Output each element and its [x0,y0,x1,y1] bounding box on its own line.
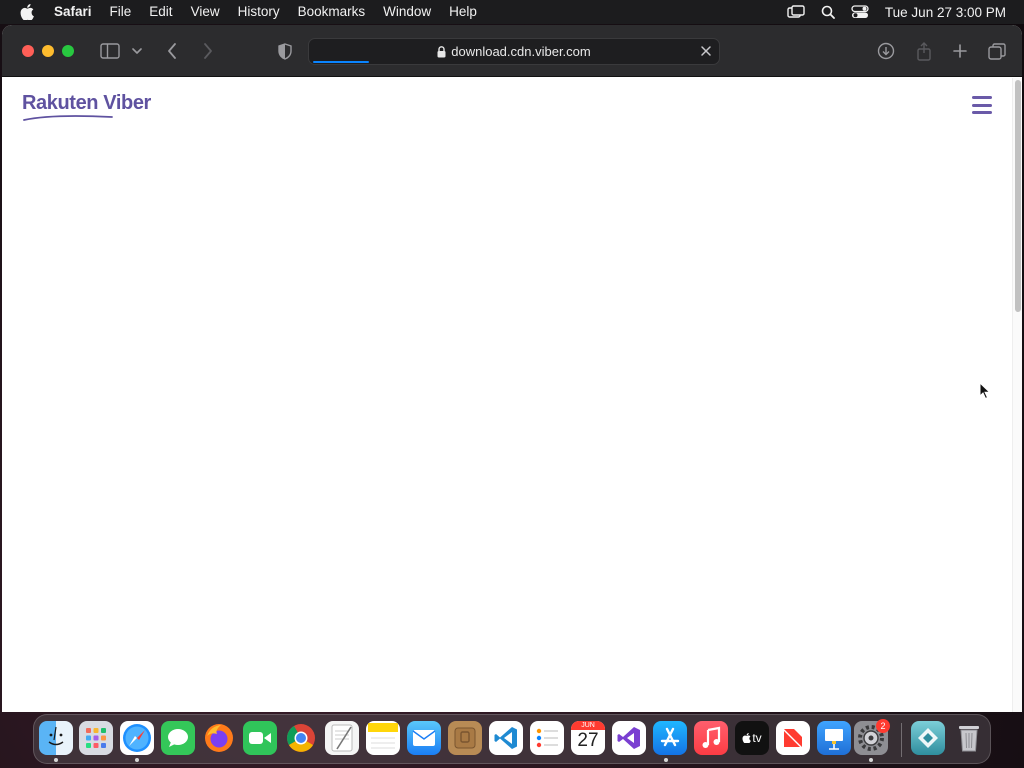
menu-history[interactable]: History [229,0,289,24]
sidebar-toggle-icon[interactable] [99,39,121,63]
window-minimize-button[interactable] [42,45,54,57]
messages-icon[interactable] [161,721,195,755]
apple-menu-icon[interactable] [18,3,36,21]
keynote-icon[interactable] [817,721,851,755]
menu-help[interactable]: Help [440,0,486,24]
apple-tv-label: tv [752,731,762,745]
viber-installer-disk-icon[interactable] [911,721,945,755]
settings-running-indicator [869,758,873,762]
menubar-clock[interactable]: Tue Jun 27 3:00 PM [885,5,1006,20]
rakuten-viber-logo[interactable]: Rakuten Viber [22,92,151,121]
screen-mirroring-icon[interactable] [787,5,805,19]
vscode-icon[interactable] [489,721,523,755]
settings-notification-badge: 2 [876,719,890,733]
music-icon[interactable] [694,721,728,755]
calendar-icon[interactable]: JUN 27 [571,721,605,755]
web-page-content: Rakuten Viber [2,78,1012,712]
mail-icon[interactable] [407,721,441,755]
menu-file[interactable]: File [101,0,141,24]
dock-separator [901,723,902,757]
logo-text: Rakuten Viber [22,92,151,114]
scrollbar-thumb[interactable] [1015,80,1021,312]
calendar-month: JUN [571,721,605,730]
tab-overview-icon[interactable] [987,39,1007,63]
safari-compass-icon[interactable] [120,721,154,755]
system-settings-gear-icon[interactable]: 2 [854,719,890,755]
notes-icon[interactable] [366,721,400,755]
page-scrollbar[interactable] [1012,78,1022,712]
app-store-icon[interactable] [653,721,687,755]
reminders-icon[interactable] [530,721,564,755]
logo-swoosh-icon [23,115,113,121]
new-tab-plus-icon[interactable] [950,39,970,63]
forward-chevron-right-icon[interactable] [198,39,218,63]
hamburger-menu-icon[interactable] [972,96,992,114]
menu-app-safari[interactable]: Safari [50,0,101,24]
app-store-running-indicator [664,758,668,762]
menu-view[interactable]: View [182,0,229,24]
control-center-icon[interactable] [851,5,869,19]
address-url-text: download.cdn.viber.com [451,44,591,59]
stop-loading-close-icon[interactable] [699,44,713,61]
apple-tv-icon[interactable]: tv [735,721,769,755]
safari-window: download.cdn.viber.com Rakuten Viber [2,25,1022,712]
mouse-pointer-icon [979,381,991,405]
trash-icon[interactable] [952,721,986,755]
facetime-icon[interactable] [243,721,277,755]
window-zoom-button[interactable] [62,45,74,57]
firefox-icon[interactable] [202,721,236,755]
safari-toolbar: download.cdn.viber.com [2,25,1022,77]
safari-running-indicator [135,758,139,762]
chrome-icon[interactable] [284,721,318,755]
downloads-icon[interactable] [876,39,896,63]
finder-icon[interactable] [39,721,73,755]
calendar-day: 27 [577,730,599,751]
finder-running-indicator [54,758,58,762]
launchpad-icon[interactable] [79,721,113,755]
address-bar[interactable]: download.cdn.viber.com [308,38,720,65]
menu-edit[interactable]: Edit [140,0,181,24]
visual-studio-icon[interactable] [612,721,646,755]
textedit-icon[interactable] [325,721,359,755]
menu-bar: Safari File Edit View History Bookmarks … [0,0,1024,24]
archive-utility-icon[interactable] [448,721,482,755]
news-icon[interactable] [776,721,810,755]
back-chevron-left-icon[interactable] [162,39,182,63]
tab-group-chevron-down-icon[interactable] [130,39,144,63]
lock-icon [437,45,446,58]
apple-tv-logo-icon [742,733,752,743]
share-icon[interactable] [914,39,934,63]
menu-window[interactable]: Window [374,0,440,24]
spotlight-search-icon[interactable] [821,5,835,19]
dock: JUN 27 tv 2 [33,714,991,764]
menu-bookmarks[interactable]: Bookmarks [289,0,375,24]
window-close-button[interactable] [22,45,34,57]
page-load-progress-bar [313,61,369,63]
privacy-shield-icon[interactable] [276,39,294,63]
